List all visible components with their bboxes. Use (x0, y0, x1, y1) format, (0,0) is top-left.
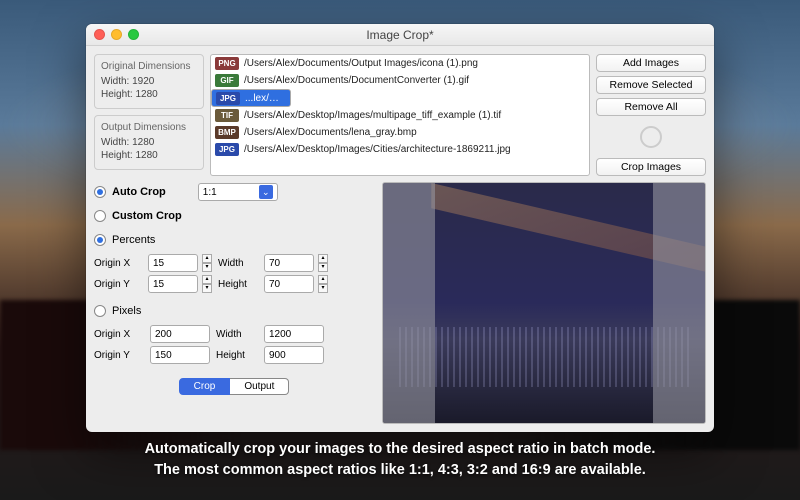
percent-height-input[interactable]: 70 (264, 275, 314, 293)
progress-spinner (640, 126, 662, 148)
percent-origin-y-input[interactable]: 15 (148, 275, 198, 293)
file-list[interactable]: PNG/Users/Alex/Documents/Output Images/i… (210, 54, 590, 176)
chevron-down-icon: ⌄ (259, 185, 273, 199)
file-row[interactable]: BMP/Users/Alex/Documents/lena_gray.bmp (211, 124, 589, 141)
file-path: /Users/Alex/Documents/lena_gray.bmp (244, 127, 585, 138)
remove-all-button[interactable]: Remove All (596, 98, 706, 116)
filetype-badge: GIF (215, 74, 239, 87)
file-row[interactable]: GIF/Users/Alex/Documents/DocumentConvert… (211, 72, 589, 89)
filetype-badge: PNG (215, 57, 239, 70)
percent-origin-x-stepper[interactable]: ▴▾ (202, 254, 212, 272)
file-path: /Users/Alex/Documents/Output Images/icon… (244, 58, 585, 69)
pixels-radio[interactable] (94, 305, 106, 317)
marketing-caption: Automatically crop your images to the de… (0, 439, 800, 483)
file-path: /Users/Alex/Desktop/Images/Cities/archit… (244, 144, 585, 155)
percents-radio[interactable] (94, 234, 106, 246)
view-segmented-control[interactable]: Crop Output (179, 378, 290, 395)
titlebar[interactable]: Image Crop* (86, 24, 714, 46)
percent-width-stepper[interactable]: ▴▾ (318, 254, 328, 272)
percent-origin-x-input[interactable]: 15 (148, 254, 198, 272)
file-path: /Users/Alex/Desktop/Images/multipage_tif… (244, 110, 585, 121)
auto-crop-label: Auto Crop (112, 186, 166, 198)
original-dimensions-panel: Original Dimensions Width: 1920 Height: … (94, 54, 204, 109)
percent-origin-y-stepper[interactable]: ▴▾ (202, 275, 212, 293)
file-path: ...lex/Desktop/Images/Cities/new-york-ci… (245, 93, 286, 104)
segment-output[interactable]: Output (230, 378, 289, 395)
file-row[interactable]: TIF/Users/Alex/Desktop/Images/multipage_… (211, 107, 589, 124)
image-preview[interactable] (382, 182, 706, 424)
percent-height-stepper[interactable]: ▴▾ (318, 275, 328, 293)
remove-selected-button[interactable]: Remove Selected (596, 76, 706, 94)
custom-crop-radio[interactable] (94, 210, 106, 222)
app-window: Image Crop* Original Dimensions Width: 1… (86, 24, 714, 432)
file-path: /Users/Alex/Documents/DocumentConverter … (244, 75, 585, 86)
pixel-height-input[interactable]: 900 (264, 346, 324, 364)
pixel-origin-y-input[interactable]: 150 (150, 346, 210, 364)
pixel-width-input[interactable]: 1200 (264, 325, 324, 343)
aspect-ratio-select[interactable]: 1:1⌄ (198, 183, 278, 201)
auto-crop-radio[interactable] (94, 186, 106, 198)
crop-mask-left (383, 183, 435, 423)
output-dimensions-panel: Output Dimensions Width: 1280 Height: 12… (94, 115, 204, 170)
filetype-badge: TIF (215, 109, 239, 122)
percent-width-input[interactable]: 70 (264, 254, 314, 272)
file-row[interactable]: PNG/Users/Alex/Documents/Output Images/i… (211, 55, 589, 72)
filetype-badge: JPG (216, 92, 240, 105)
segment-crop[interactable]: Crop (179, 378, 231, 395)
file-row[interactable]: JPG/Users/Alex/Desktop/Images/Cities/arc… (211, 141, 589, 158)
file-row[interactable]: JPG ...lex/Desktop/Images/Cities/new-york… (211, 89, 291, 107)
filetype-badge: JPG (215, 143, 239, 156)
crop-mask-right (653, 183, 705, 423)
window-title: Image Crop* (86, 28, 714, 42)
filetype-badge: BMP (215, 126, 239, 139)
custom-crop-label: Custom Crop (112, 210, 182, 222)
add-images-button[interactable]: Add Images (596, 54, 706, 72)
pixel-origin-x-input[interactable]: 200 (150, 325, 210, 343)
crop-images-button[interactable]: Crop Images (596, 158, 706, 176)
